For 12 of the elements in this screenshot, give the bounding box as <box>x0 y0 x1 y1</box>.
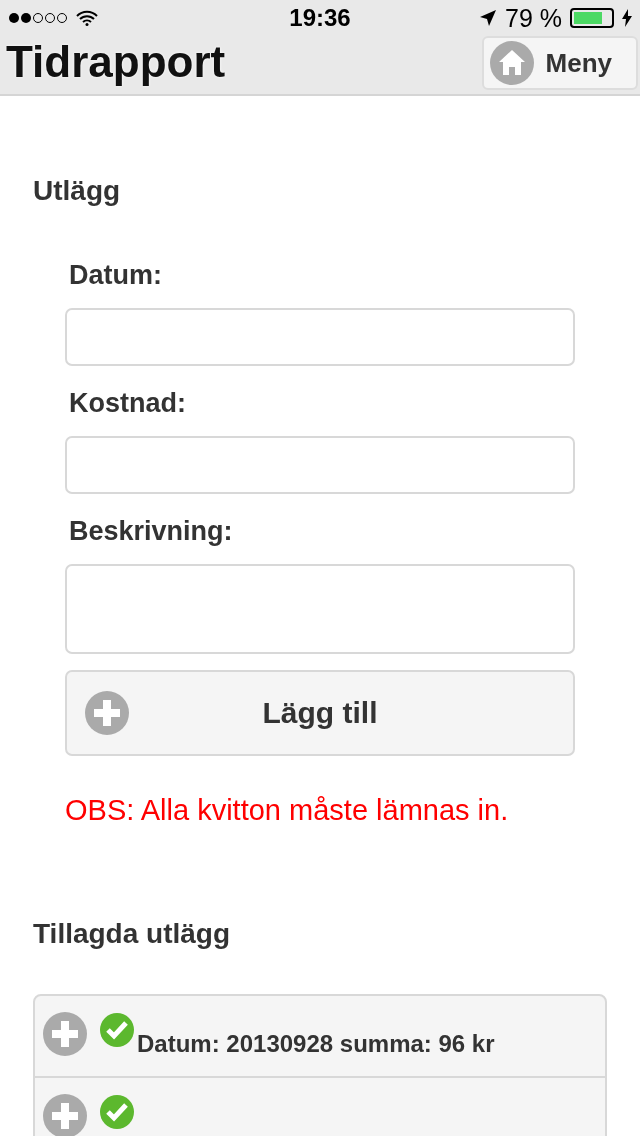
menu-button[interactable]: Meny <box>481 36 638 90</box>
section-heading: Utlägg <box>33 174 122 208</box>
notice-text: OBS: Alla kvitton måste lämnas in. <box>65 793 510 827</box>
expense-entry: Datum: 20130928 summa: 96 kr <box>137 1030 495 1059</box>
add-button[interactable]: Lägg till <box>65 669 575 756</box>
field-label: Kostnad: <box>68 387 187 420</box>
app-title: Tidrapport <box>5 36 226 84</box>
field-label: Datum: <box>68 259 163 292</box>
field-label: Beskrivning: <box>68 515 234 548</box>
clock: 19:36 <box>289 4 351 32</box>
battery-percentage: 79 % <box>505 3 562 33</box>
section-heading: Tillagda utlägg <box>33 916 232 951</box>
